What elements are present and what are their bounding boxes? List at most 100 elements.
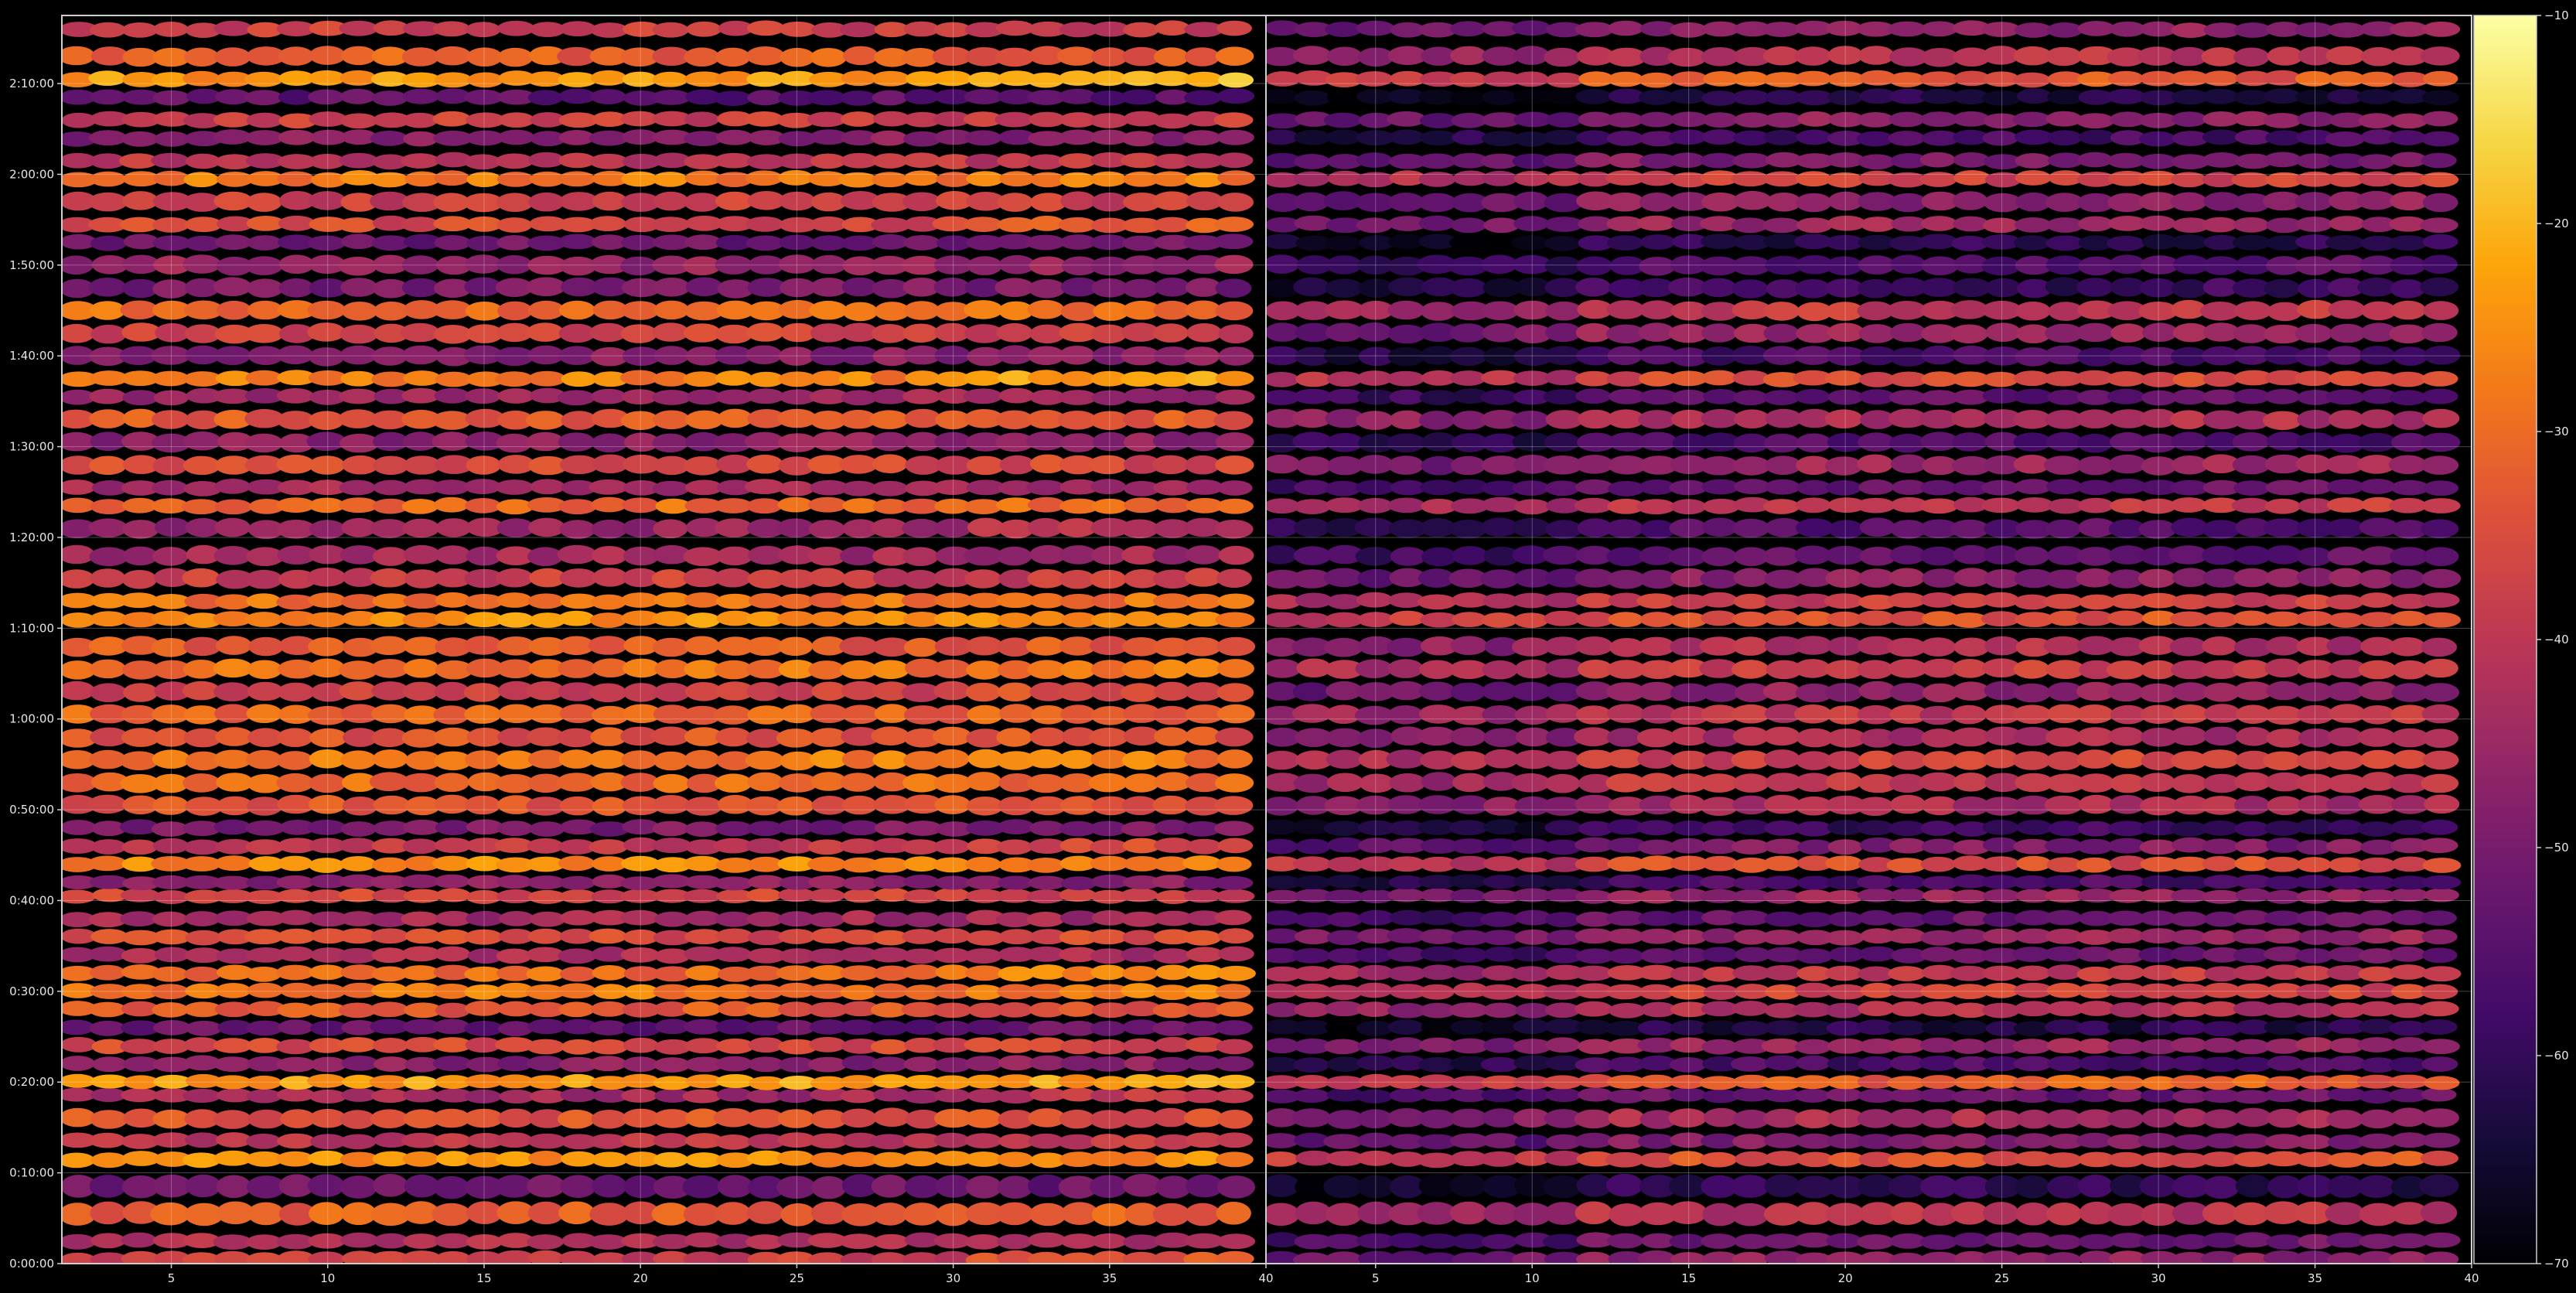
heatmap-cell [776, 1175, 816, 1199]
heatmap-cell [308, 89, 345, 105]
heatmap-cell [1121, 983, 1158, 998]
heatmap-cell [308, 592, 346, 608]
heatmap-cell [1951, 1039, 1987, 1054]
heatmap-cell [342, 797, 378, 816]
heatmap-cell [2263, 751, 2302, 771]
heatmap-cell [1732, 1134, 1769, 1150]
heatmap-cell [1153, 705, 1191, 725]
x-tick-label: 10 [1525, 1271, 1540, 1285]
heatmap-cell [1699, 1076, 1738, 1090]
heatmap-cell [2013, 388, 2053, 404]
heatmap-cell [1794, 1088, 1830, 1103]
heatmap-cell [2325, 751, 2365, 770]
heatmap-cell [2235, 888, 2271, 902]
heatmap-cell [1542, 875, 1583, 889]
heatmap-cell [2202, 1021, 2242, 1037]
heatmap-cell [746, 322, 784, 342]
heatmap-cell [997, 1151, 1034, 1168]
heatmap-cell [1734, 409, 1770, 428]
heatmap-cell [1266, 517, 1299, 537]
heatmap-cell [807, 856, 847, 872]
heatmap-cell [746, 888, 782, 902]
heatmap-cell [1266, 1232, 1301, 1248]
heatmap-cell [746, 911, 783, 927]
heatmap-cell [1983, 545, 2020, 565]
heatmap-cell [2107, 1088, 2144, 1103]
heatmap-cell [2046, 1203, 2082, 1226]
heatmap-cell [996, 1002, 1033, 1018]
heatmap-cell [964, 217, 1003, 232]
heatmap-cell [1765, 1151, 1803, 1166]
heatmap-cell [1026, 912, 1065, 927]
x-tick-label: 25 [790, 1271, 804, 1285]
heatmap-cell [2325, 235, 2365, 251]
heatmap-cell [1184, 90, 1222, 106]
heatmap-cell [2390, 569, 2426, 589]
heatmap-cell [434, 235, 471, 251]
heatmap-cell [964, 89, 1004, 104]
heatmap-cell [1215, 455, 1254, 475]
heatmap-cell [341, 302, 378, 321]
heatmap-cell [1888, 1108, 1926, 1128]
heatmap-cell [1185, 1203, 1221, 1226]
heatmap-cell [561, 411, 597, 430]
colorbar-tick-label: −20 [2544, 217, 2569, 230]
heatmap-cell [998, 929, 1036, 945]
heatmap-cell [1575, 1001, 1613, 1017]
heatmap-cell [1543, 389, 1581, 404]
heatmap-cell [621, 234, 658, 251]
heatmap-cell [1121, 888, 1158, 902]
heatmap-cell [1218, 324, 1254, 344]
heatmap-cell [1216, 1175, 1255, 1199]
heatmap-cell [591, 1110, 628, 1129]
heatmap-cell [2265, 545, 2302, 565]
heatmap-cell [1215, 389, 1255, 405]
heatmap-cell [1888, 21, 1927, 37]
heatmap-cell [1291, 1108, 1332, 1128]
heatmap-cell [653, 346, 690, 365]
heatmap-cell [373, 455, 409, 476]
heatmap-cell [1762, 547, 1800, 566]
heatmap-cell [2232, 1074, 2272, 1089]
heatmap-cell [557, 544, 597, 565]
heatmap-cell [1701, 610, 1738, 626]
heatmap-cell [1576, 130, 1612, 146]
heatmap-cell [2390, 279, 2426, 299]
heatmap-cell [1824, 593, 1864, 609]
heatmap-cell [934, 795, 971, 814]
heatmap-cell [684, 821, 721, 837]
heatmap-cell [1059, 370, 1096, 387]
heatmap-cell [1418, 411, 1455, 430]
heatmap-cell [1266, 254, 1300, 274]
heatmap-cell [1088, 929, 1128, 945]
heatmap-cell [2295, 611, 2334, 626]
heatmap-cell [998, 387, 1035, 404]
heatmap-cell [2045, 751, 2082, 771]
heatmap-cell [1858, 432, 1895, 452]
heatmap-cell [1794, 982, 1833, 998]
heatmap-cell [2328, 612, 2364, 628]
heatmap-cell [276, 1056, 316, 1073]
heatmap-cell [1060, 191, 1096, 210]
heatmap-cell [2076, 749, 2114, 769]
heatmap-cell [1058, 390, 1097, 405]
heatmap-cell [1215, 727, 1254, 747]
heatmap-cell [90, 171, 126, 187]
heatmap-cell [872, 1074, 909, 1089]
heatmap-cell [2202, 838, 2240, 855]
heatmap-cell [2295, 347, 2334, 367]
y-tick-label: 0:20:00 [9, 1075, 54, 1089]
heatmap-cell [965, 682, 1001, 702]
heatmap-cell [1982, 837, 2018, 853]
heatmap-cell [902, 152, 941, 169]
heatmap-cell [619, 909, 660, 926]
heatmap-cell [1387, 888, 1425, 902]
heatmap-cell [526, 966, 565, 982]
heatmap-cell [746, 217, 784, 232]
heatmap-cell [1213, 520, 1254, 539]
heatmap-cell [1452, 947, 1489, 963]
heatmap-cell [2327, 546, 2366, 566]
heatmap-cell [2296, 857, 2332, 872]
heatmap-cell [402, 1151, 440, 1167]
heatmap-cell [1700, 569, 1740, 589]
